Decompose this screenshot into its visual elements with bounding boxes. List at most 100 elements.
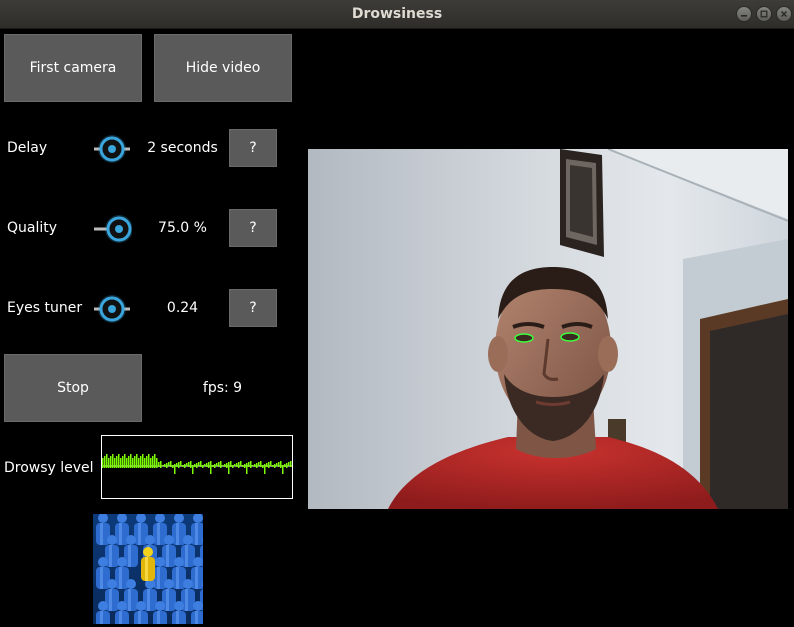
graph-bar xyxy=(126,458,128,468)
graph-bar xyxy=(170,461,172,467)
graph-bar xyxy=(184,464,186,468)
graph-bar xyxy=(268,462,270,468)
graph-bar xyxy=(260,461,262,467)
graph-bar xyxy=(164,464,166,467)
fps-readout: fps: 9 xyxy=(202,380,243,396)
graph-bar xyxy=(246,463,248,474)
graph-bar xyxy=(174,464,176,474)
graph-bar xyxy=(134,456,136,468)
graph-bar xyxy=(142,454,144,468)
graph-bar xyxy=(196,463,198,468)
graph-bar xyxy=(154,454,156,468)
delay-slider[interactable] xyxy=(92,133,132,165)
graph-bar xyxy=(244,464,246,468)
graph-bar xyxy=(254,464,256,467)
graph-bar xyxy=(264,464,266,474)
graph-bar xyxy=(144,458,146,468)
eyes-tuner-slider[interactable] xyxy=(92,293,132,325)
graph-bar xyxy=(232,465,234,468)
graph-bar xyxy=(130,454,132,468)
maximize-icon xyxy=(760,10,768,18)
graph-bar xyxy=(228,462,230,474)
graph-bar xyxy=(272,465,274,467)
eyes-tuner-label: Eyes tuner xyxy=(7,300,83,316)
maximize-button[interactable] xyxy=(756,6,772,22)
graph-bar xyxy=(250,461,252,468)
graph-bar xyxy=(220,461,222,468)
graph-bar xyxy=(156,458,158,468)
graph-bar xyxy=(194,464,196,467)
graph-bar xyxy=(206,463,208,467)
graph-bar xyxy=(106,454,108,468)
graph-bar xyxy=(188,462,190,467)
graph-bar xyxy=(282,465,284,474)
graph-bar xyxy=(234,464,236,466)
graph-bar xyxy=(190,461,192,468)
graph-bar xyxy=(148,454,150,468)
graph-bar xyxy=(212,465,214,467)
graph-bar xyxy=(224,464,226,467)
crowd-image xyxy=(93,514,203,624)
graph-bar xyxy=(222,465,224,466)
delay-help-button[interactable]: ? xyxy=(229,129,277,167)
graph-bar xyxy=(248,462,250,467)
title-bar: Drowsiness xyxy=(0,0,794,29)
graph-bar xyxy=(230,461,232,467)
graph-bar xyxy=(112,454,114,468)
graph-bar xyxy=(216,463,218,466)
close-icon xyxy=(780,10,788,18)
drowsy-level-graph xyxy=(101,435,293,499)
graph-bar xyxy=(240,461,242,466)
graph-bar xyxy=(266,463,268,467)
graph-bar xyxy=(258,462,260,466)
window-title: Drowsiness xyxy=(351,6,443,22)
graph-bar xyxy=(208,462,210,468)
graph-bar xyxy=(166,463,168,468)
graph-bar xyxy=(172,465,174,468)
graph-bar xyxy=(104,456,106,468)
graph-bar xyxy=(202,465,204,468)
video-frame xyxy=(308,149,788,509)
graph-bar xyxy=(176,463,178,467)
app-area: First camera Hide video Delay 2 seconds … xyxy=(0,29,794,627)
graph-bar xyxy=(238,462,240,468)
graph-bar xyxy=(110,456,112,468)
graph-bar xyxy=(226,463,228,468)
crowd-thumbnail xyxy=(93,514,203,624)
minimize-button[interactable] xyxy=(736,6,752,22)
close-button[interactable] xyxy=(776,6,792,22)
graph-bar xyxy=(242,465,244,467)
first-camera-button[interactable]: First camera xyxy=(4,34,142,102)
graph-bar xyxy=(124,454,126,468)
graph-bar xyxy=(274,464,276,468)
eyes-tuner-value: 0.24 xyxy=(166,300,199,316)
quality-value: 75.0 % xyxy=(158,220,207,236)
graph-bar xyxy=(136,454,138,468)
graph-bar xyxy=(138,458,140,468)
graph-bar xyxy=(108,458,110,468)
graph-bar xyxy=(146,456,148,468)
graph-bar xyxy=(158,462,160,467)
webcam-image xyxy=(308,149,788,509)
graph-bar xyxy=(120,458,122,468)
graph-bar xyxy=(122,456,124,468)
graph-bar xyxy=(262,465,264,468)
eyes-tuner-help-button[interactable]: ? xyxy=(229,289,277,327)
graph-bar xyxy=(180,461,182,466)
hide-video-button[interactable]: Hide video xyxy=(154,34,292,102)
minimize-icon xyxy=(741,15,747,17)
graph-bars xyxy=(102,454,292,474)
graph-bar xyxy=(152,456,154,468)
graph-bar xyxy=(102,458,104,468)
graph-bar xyxy=(168,462,170,466)
graph-bar xyxy=(210,461,212,474)
delay-value: 2 seconds xyxy=(147,140,218,156)
graph-bar xyxy=(114,458,116,468)
stop-button[interactable]: Stop xyxy=(4,354,142,422)
graph-bar xyxy=(280,461,282,468)
graph-bar xyxy=(162,465,164,466)
graph-bar xyxy=(200,461,202,467)
quality-slider[interactable] xyxy=(92,213,132,245)
quality-help-button[interactable]: ? xyxy=(229,209,277,247)
graph-bar xyxy=(178,462,180,468)
